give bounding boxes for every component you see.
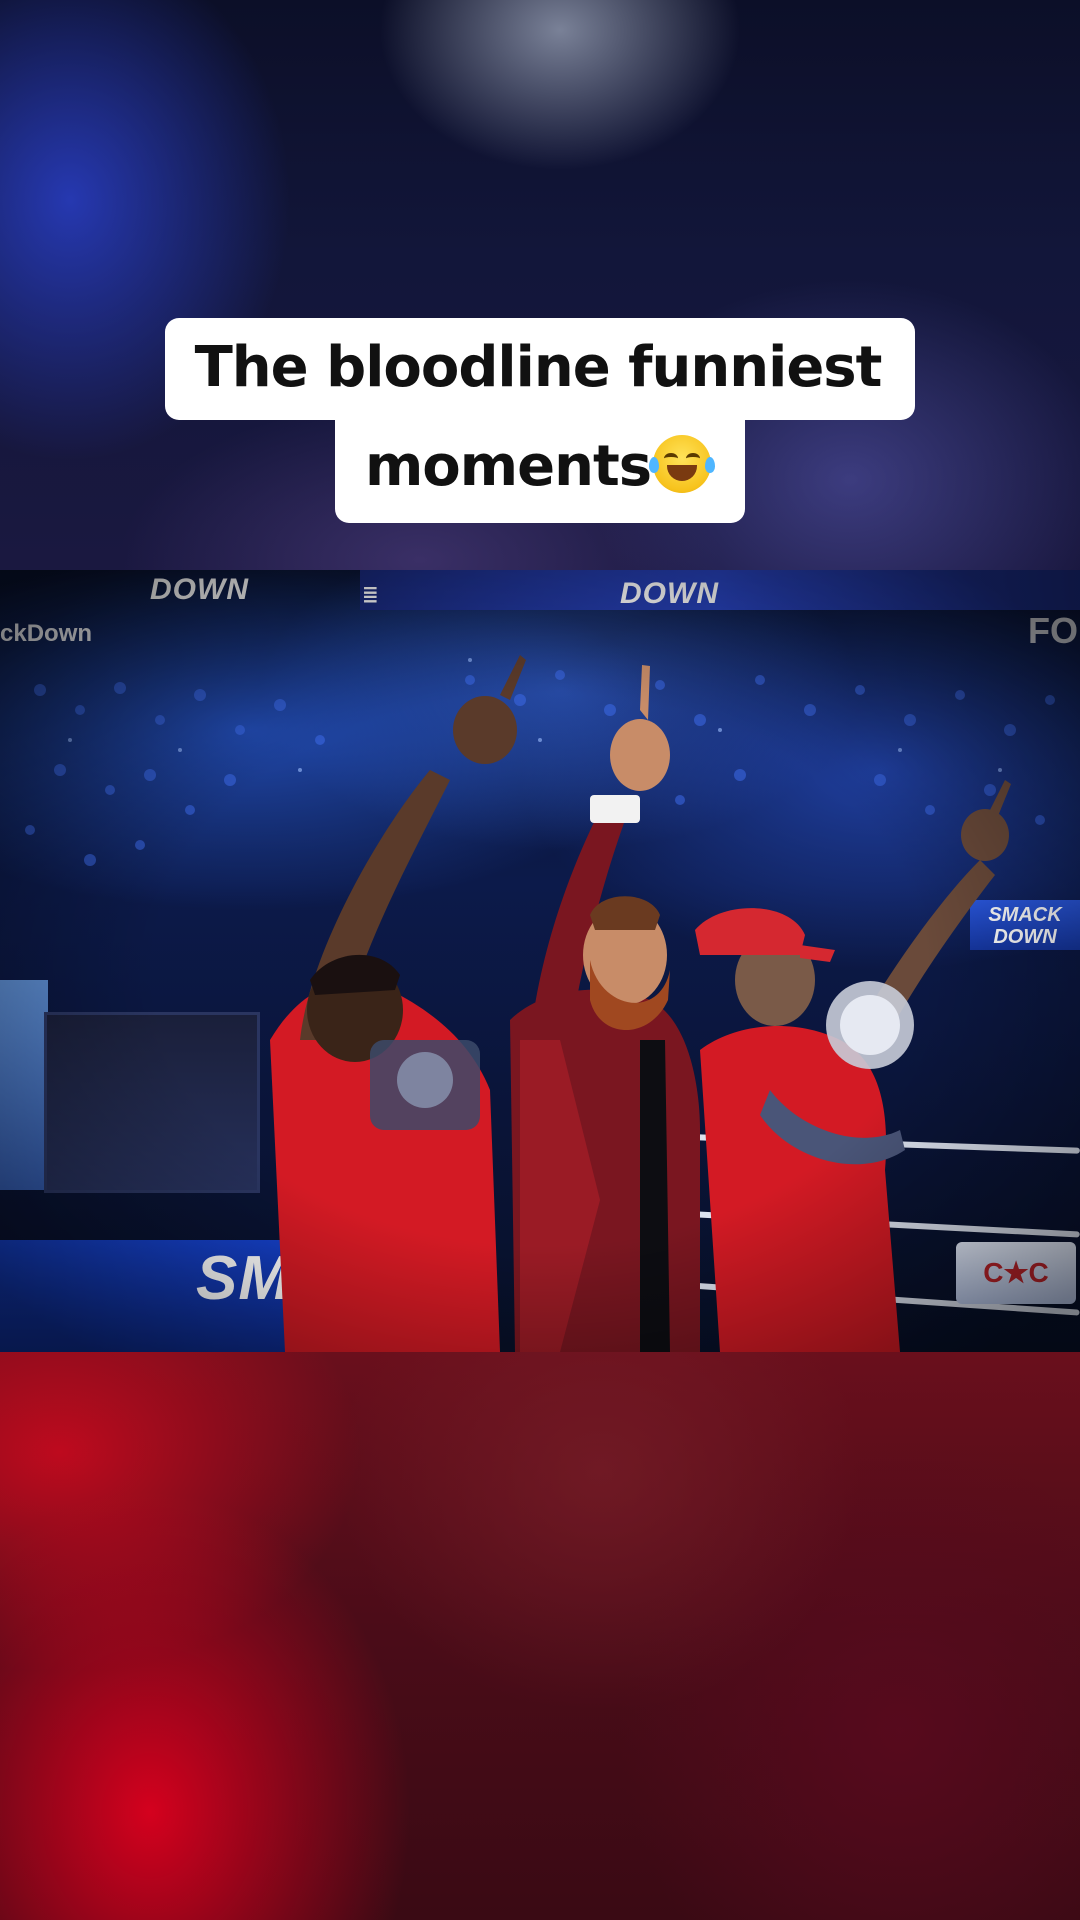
blurred-backdrop-bottom xyxy=(0,1352,1080,1920)
caption-overlay: The bloodline funniest moments xyxy=(0,318,1080,523)
tears-of-joy-icon xyxy=(649,435,716,493)
wrestlers-figures xyxy=(270,655,1011,1352)
caption-line-2-text: moments xyxy=(364,434,652,499)
wrestler-right xyxy=(695,780,1011,1352)
wrestler-middle xyxy=(510,665,700,1352)
video-frame[interactable]: DOWN ≣ DOWN ckDown FO SMACK DOWN SMA C★C xyxy=(0,570,1080,1352)
caption-line-1: The bloodline funniest xyxy=(164,318,916,420)
caption-line-2: moments xyxy=(334,419,746,523)
wrestler-left xyxy=(270,655,526,1352)
video-post-screen[interactable]: DOWN ≣ DOWN ckDown FO SMACK DOWN SMA C★C… xyxy=(0,0,1080,1920)
